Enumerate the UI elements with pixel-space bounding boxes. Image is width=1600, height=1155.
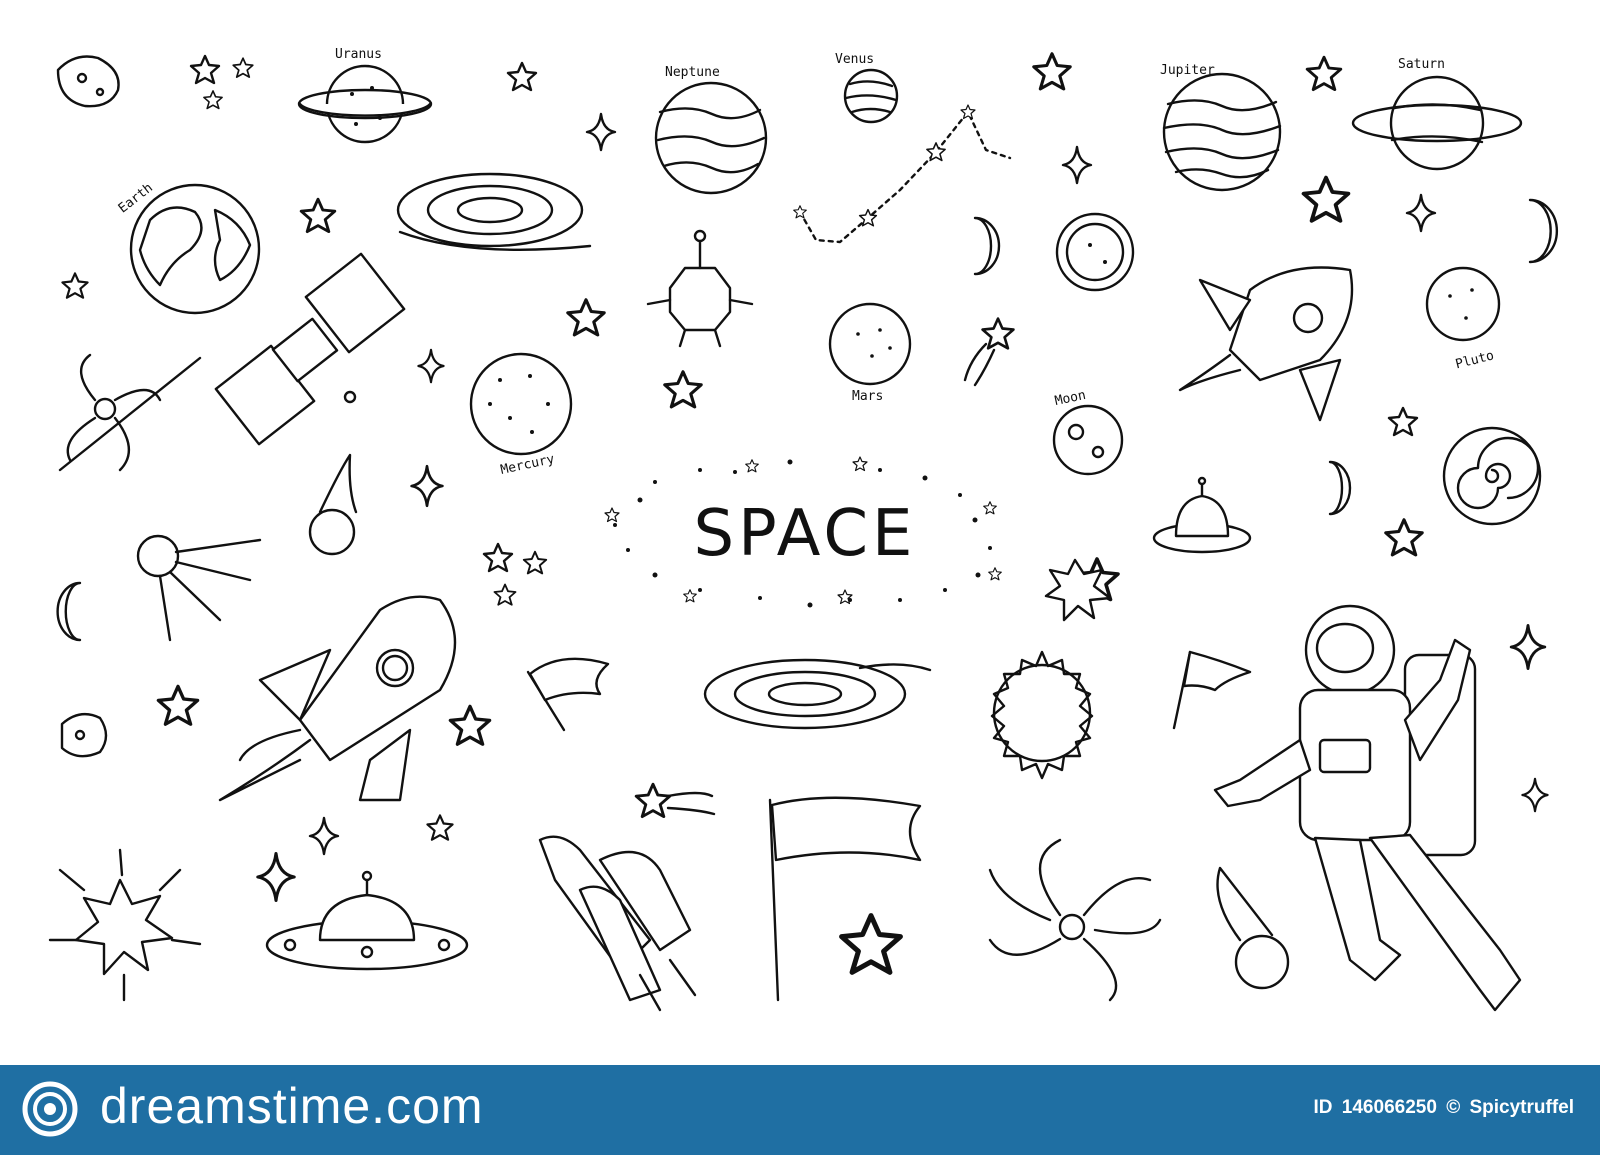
- label-uranus: Uranus: [335, 47, 382, 62]
- meteor: [308, 453, 358, 556]
- label-saturn: Saturn: [1398, 57, 1445, 72]
- planet-saturn: Saturn: [1351, 57, 1523, 171]
- asteroid: [60, 712, 108, 758]
- label-jupiter: Jupiter: [1160, 63, 1215, 78]
- id-label: ID: [1313, 1097, 1333, 1118]
- galaxy: [703, 658, 932, 730]
- space-title: SPACE: [604, 456, 1002, 608]
- planet-venus: Venus: [835, 52, 899, 124]
- rocket: [1178, 266, 1354, 422]
- planet-pluto: Pluto: [1425, 266, 1501, 372]
- sputnik: [136, 534, 262, 642]
- watermark-footer: dreamstime.com ID 146066250 © Spicytruff…: [0, 1065, 1600, 1155]
- space-shuttle: [538, 835, 697, 1012]
- ufo: [265, 870, 469, 971]
- planet-neptune: Neptune: [654, 65, 768, 195]
- space-probe: [646, 229, 754, 348]
- galaxy: [396, 172, 592, 251]
- constellation: [793, 104, 1012, 244]
- space-doodle-illustration: SPACE Uranus Neptune Venus Jupiter Satur…: [48, 47, 1558, 1012]
- planet-jupiter: Jupiter: [1160, 63, 1282, 192]
- planet-mercury: Mercury: [469, 352, 573, 478]
- crescent: [1528, 198, 1558, 264]
- half-moon: [56, 581, 82, 642]
- black-hole: [988, 838, 1162, 1002]
- brand-name: dreamstime.com: [100, 1078, 484, 1134]
- label-pluto: Pluto: [1454, 348, 1496, 372]
- dreamstime-logo-icon: [22, 1081, 78, 1137]
- id-value: 146066250: [1341, 1097, 1437, 1118]
- flag: [768, 796, 922, 1002]
- shooting-star: [963, 317, 1015, 387]
- planet-uranus: Uranus: [297, 47, 433, 144]
- flag: [526, 657, 610, 732]
- planet-earth: Earth: [116, 180, 261, 315]
- ringed-orb: [1055, 212, 1135, 292]
- black-hole: [58, 353, 202, 472]
- half-moon: [1328, 460, 1352, 516]
- sun: [990, 650, 1094, 780]
- shooting-star: [634, 782, 716, 819]
- label-venus: Venus: [835, 52, 874, 67]
- copyright-symbol: ©: [1446, 1097, 1461, 1118]
- flag: [1172, 650, 1252, 730]
- meteor: [1216, 866, 1290, 990]
- spiral-galaxy: [1442, 426, 1542, 526]
- half-moon: [973, 216, 1001, 276]
- author-name: Spicytruffel: [1469, 1097, 1574, 1118]
- ufo: [1152, 476, 1252, 554]
- label-mars: Mars: [852, 389, 883, 404]
- asteroid: [56, 55, 120, 108]
- image-meta: ID 146066250 © Spicytruffel: [1310, 1097, 1574, 1119]
- planet-mars: Mars: [828, 302, 912, 404]
- moon: Moon: [1052, 388, 1124, 476]
- rocket: [218, 595, 457, 802]
- label-neptune: Neptune: [665, 65, 720, 80]
- label-mercury: Mercury: [499, 452, 556, 478]
- space-title-text: SPACE: [694, 497, 917, 571]
- explosion: [48, 848, 202, 1002]
